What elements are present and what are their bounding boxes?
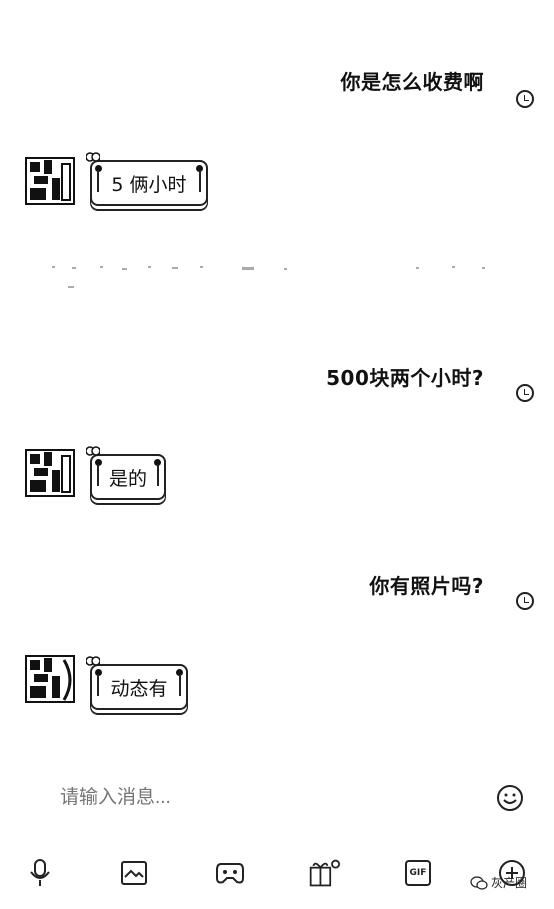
watermark: 灰产圈 — [470, 874, 527, 891]
message-outgoing: 500块两个小时? — [326, 366, 484, 390]
message-text: 5 俩小时 — [111, 173, 187, 196]
message-text: 是的 — [108, 467, 147, 490]
redacted-message — [52, 266, 485, 288]
avatar[interactable] — [24, 446, 76, 500]
read-status-icon — [516, 592, 534, 610]
avatar[interactable] — [24, 652, 76, 706]
message-incoming: 5 俩小时 — [86, 152, 208, 206]
gif-icon[interactable]: GIF — [402, 857, 434, 889]
gift-icon[interactable] — [308, 857, 340, 889]
message-input[interactable] — [58, 786, 442, 810]
image-icon[interactable] — [118, 857, 150, 889]
message-incoming: 动态有 — [86, 656, 188, 710]
wechat-icon — [470, 875, 488, 890]
message-incoming: 是的 — [86, 446, 166, 500]
read-status-icon — [516, 384, 534, 402]
message-outgoing: 你是怎么收费啊 — [340, 70, 484, 94]
message-text: 动态有 — [110, 677, 168, 700]
avatar[interactable] — [24, 154, 76, 208]
gamepad-icon[interactable] — [214, 857, 246, 889]
message-input-bar — [0, 770, 554, 830]
read-status-icon — [516, 90, 534, 108]
message-outgoing: 你有照片吗? — [369, 574, 484, 598]
watermark-text: 灰产圈 — [491, 876, 528, 890]
emoji-icon[interactable] — [496, 784, 524, 812]
microphone-icon[interactable] — [24, 857, 56, 889]
